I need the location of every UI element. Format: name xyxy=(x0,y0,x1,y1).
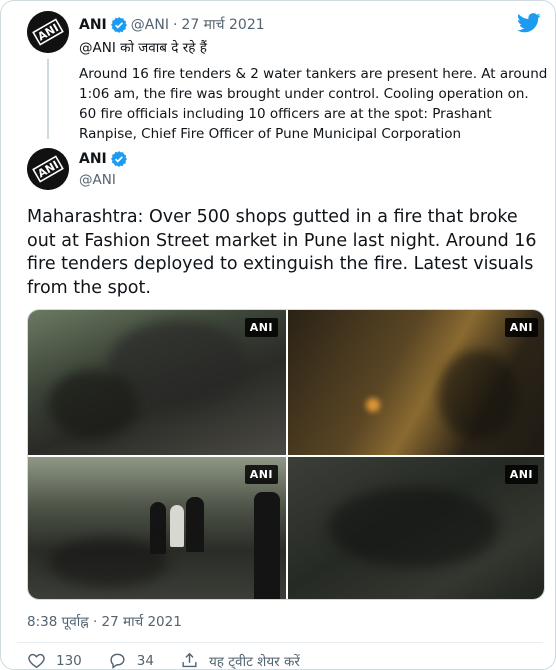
media-photo-4[interactable]: ANI xyxy=(288,457,544,599)
share-button[interactable]: यह ट्वीट शेयर करें xyxy=(180,651,300,670)
ani-watermark: ANI xyxy=(504,465,538,484)
replying-to: @ANI को जवाब दे रहे हैं xyxy=(79,40,207,56)
tweet-date[interactable]: 27 मार्च 2021 xyxy=(181,15,264,34)
reply-bubble-icon xyxy=(110,653,125,669)
ani-avatar[interactable]: ANI xyxy=(27,148,69,190)
media-photo-2[interactable]: ANI xyxy=(288,310,544,455)
action-bar: 130 34 यह ट्वीट शेयर करें xyxy=(27,651,326,670)
ani-watermark: ANI xyxy=(504,318,538,337)
media-photo-1[interactable]: ANI xyxy=(28,310,286,455)
media-photo-3[interactable]: ANI xyxy=(28,457,286,599)
verified-badge-icon xyxy=(110,151,127,167)
share-label: यह ट्वीट शेयर करें xyxy=(208,653,300,670)
author-handle[interactable]: @ANI xyxy=(131,17,169,33)
thread-line xyxy=(47,59,49,139)
verified-badge-icon xyxy=(110,16,127,33)
separator: · xyxy=(172,16,178,33)
quoted-tweet-text: Around 16 fire tenders & 2 water tankers… xyxy=(79,66,548,142)
author-handle[interactable]: @ANI xyxy=(79,172,116,188)
heart-icon xyxy=(28,653,45,669)
like-button[interactable]: 130 xyxy=(27,651,82,669)
like-count: 130 xyxy=(56,652,82,669)
divider xyxy=(17,642,543,643)
share-icon xyxy=(182,652,197,668)
ani-avatar[interactable]: ANI xyxy=(27,11,69,53)
author-name[interactable]: ANI xyxy=(79,151,107,167)
ani-watermark: ANI xyxy=(244,318,278,337)
tweet-embed-card: ANI ANI @ANI · 27 मार्च 2021 @ANI को जवा… xyxy=(0,0,556,670)
reply-count: 34 xyxy=(136,652,154,669)
reply-button[interactable]: 34 xyxy=(108,651,154,669)
media-grid[interactable]: ANI ANI ANI ANI xyxy=(27,309,545,600)
author-name[interactable]: ANI xyxy=(79,17,107,33)
main-author: ANI xyxy=(79,151,131,167)
tweet-text: Maharashtra: Over 500 shops gutted in a … xyxy=(27,207,537,298)
twitter-bird-icon[interactable] xyxy=(517,13,541,33)
quoted-tweet-header: ANI @ANI · 27 मार्च 2021 xyxy=(79,15,265,34)
tweet-timestamp[interactable]: 8:38 पूर्वाह्न · 27 मार्च 2021 xyxy=(27,612,182,630)
ani-watermark: ANI xyxy=(244,465,278,484)
